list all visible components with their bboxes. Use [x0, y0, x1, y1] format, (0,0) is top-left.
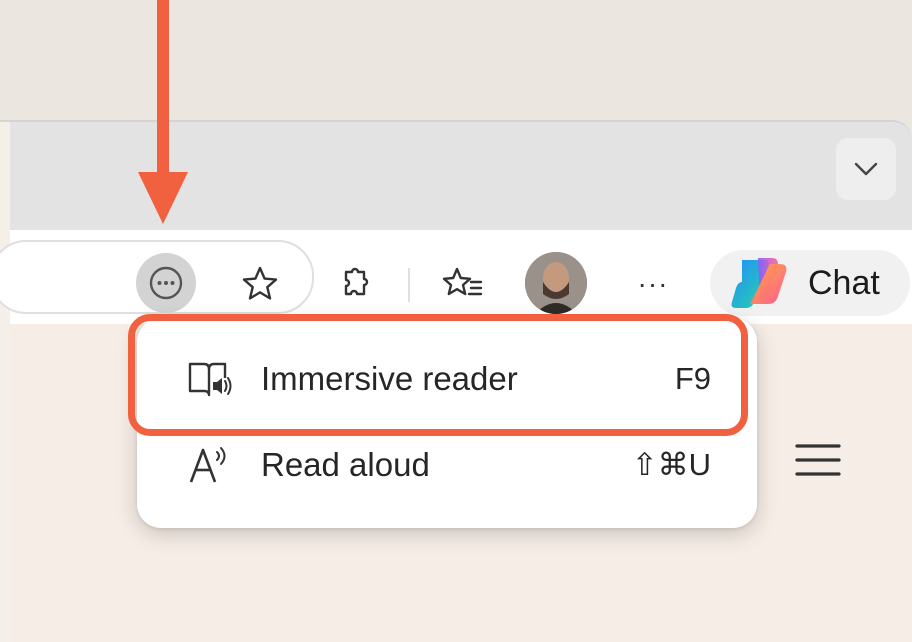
puzzle-icon	[344, 267, 369, 296]
more-circle-icon	[149, 266, 183, 300]
star-icon	[242, 266, 278, 300]
profile-avatar[interactable]	[525, 252, 587, 314]
chat-label: Chat	[808, 264, 880, 302]
toolbar-divider	[408, 268, 410, 302]
annotation-arrow-down-icon	[138, 0, 188, 224]
settings-and-more-button[interactable]: ···	[625, 256, 681, 312]
favorites-button[interactable]	[435, 256, 491, 312]
favorites-list-icon	[442, 267, 483, 296]
menu-item-read-aloud[interactable]: Read aloud ⇧⌘U	[137, 424, 757, 506]
copilot-chat-button[interactable]: Chat	[710, 250, 910, 316]
annotation-highlight-box	[128, 314, 748, 436]
tab-list-dropdown-button[interactable]	[836, 138, 896, 200]
read-aloud-shortcut: ⇧⌘U	[631, 447, 711, 482]
reading-view-button[interactable]	[136, 253, 196, 313]
hamburger-icon	[795, 444, 841, 476]
chevron-down-icon	[854, 162, 878, 176]
copilot-icon	[731, 258, 787, 308]
extensions-button[interactable]	[326, 256, 382, 312]
browser-toolbar: ··· Chat	[0, 230, 912, 324]
read-aloud-icon	[187, 442, 233, 488]
read-aloud-label: Read aloud	[261, 446, 430, 483]
more-label: ···	[637, 268, 669, 299]
hamburger-menu-button[interactable]	[788, 438, 848, 482]
avatar-photo-icon	[525, 252, 587, 314]
add-favorite-button[interactable]	[232, 256, 288, 312]
